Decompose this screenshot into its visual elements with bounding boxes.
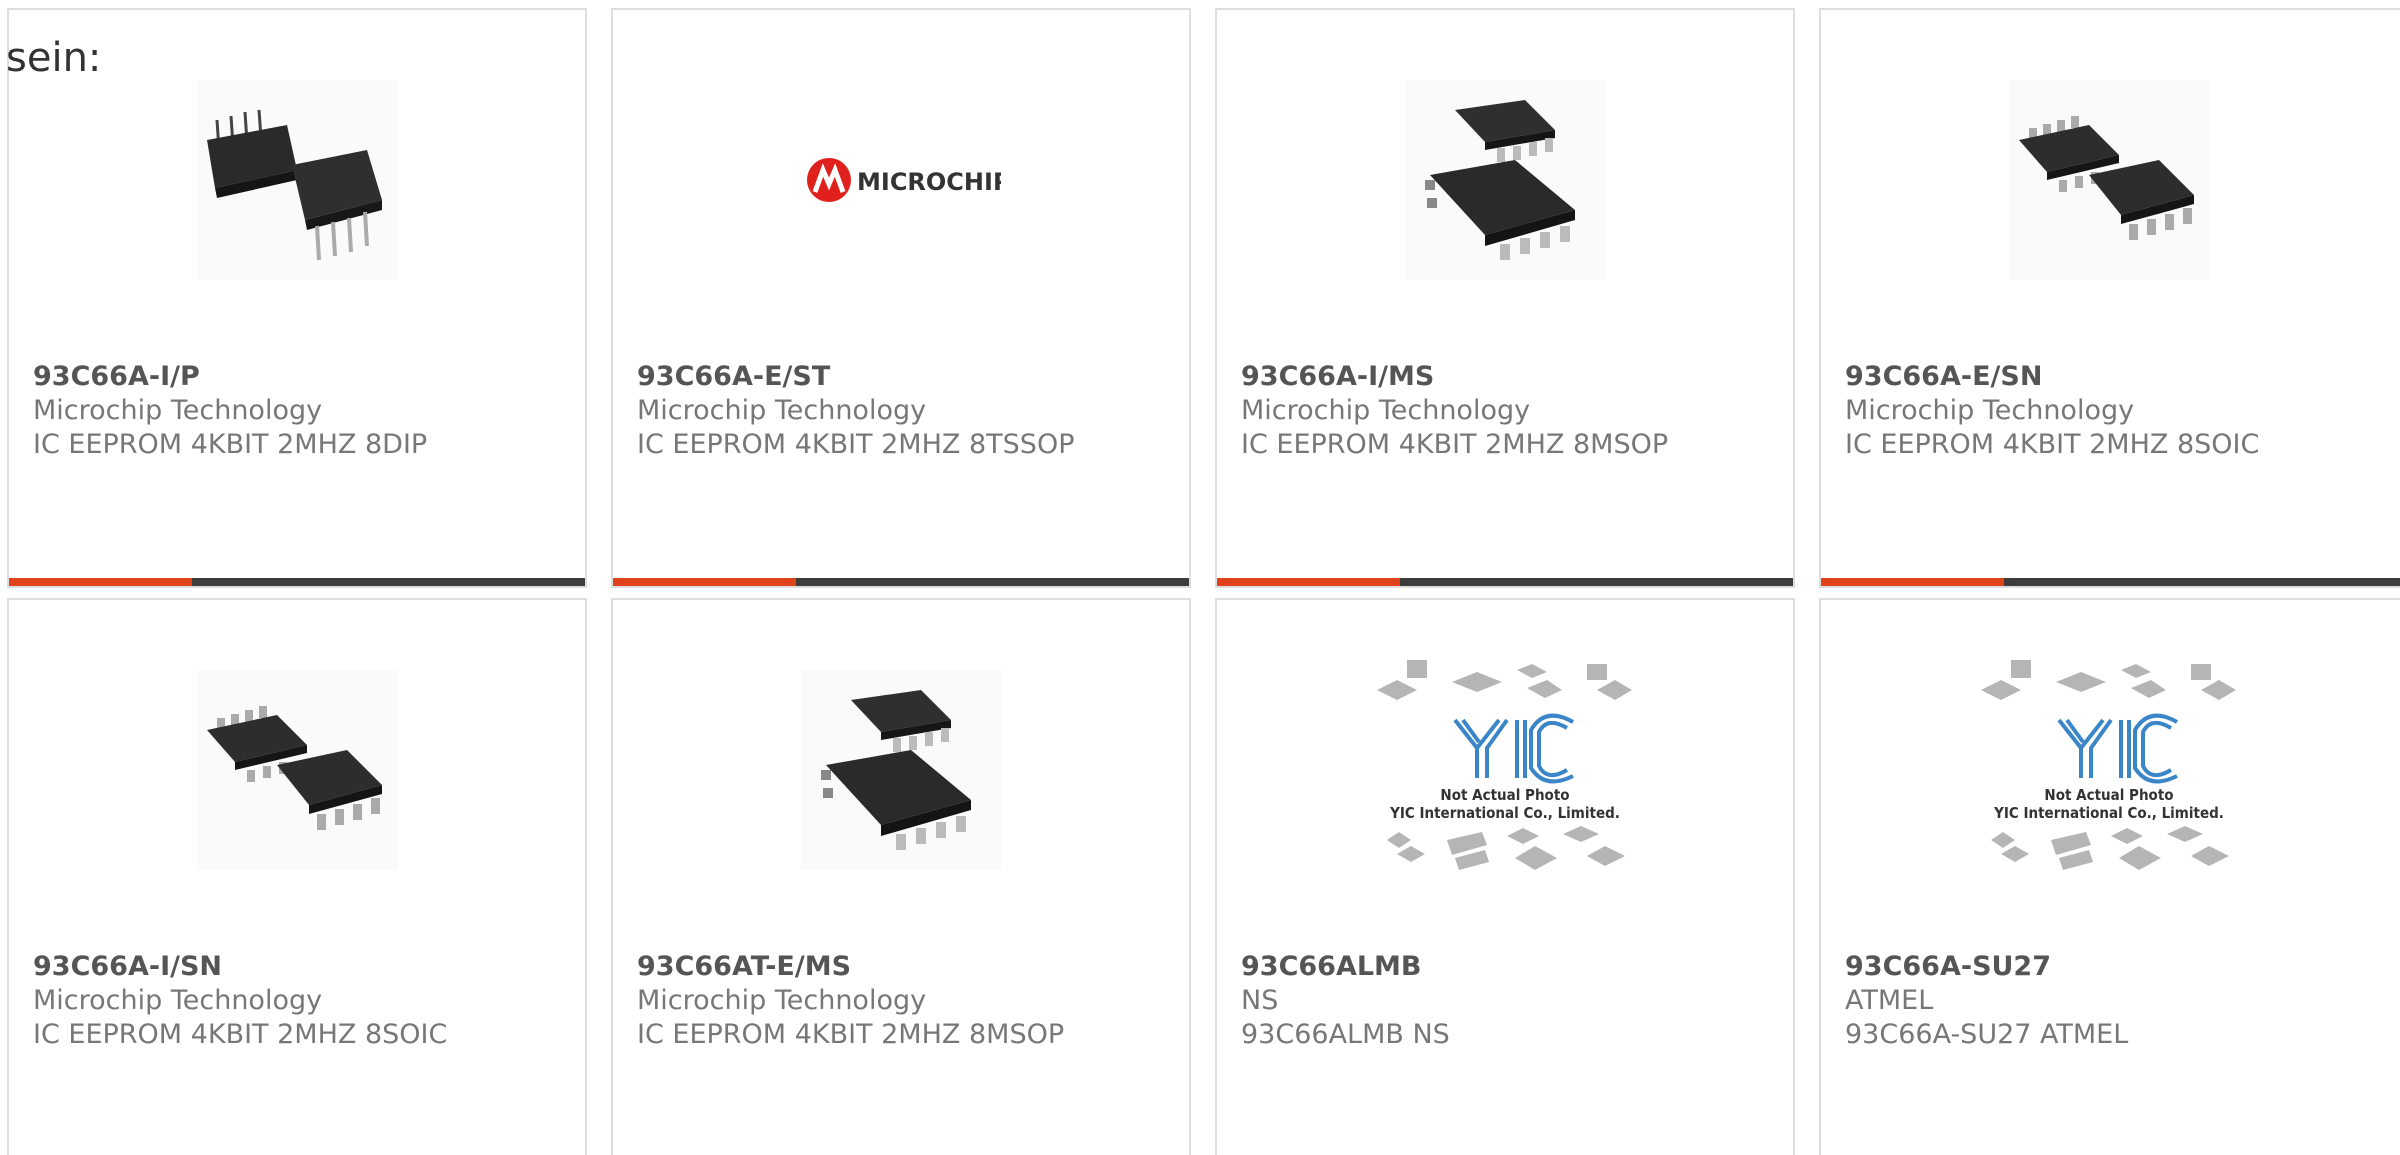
placeholder-image[interactable]: Not Actual Photo YIC International Co., … bbox=[1367, 660, 1643, 870]
product-card[interactable]: MICROCHIP 93C66A-E/ST Microchip Technolo… bbox=[611, 8, 1191, 588]
msop8-chip-icon bbox=[1405, 80, 1605, 280]
manufacturer-label: Microchip Technology bbox=[637, 395, 927, 426]
description-label: IC EEPROM 4KBIT 2MHZ 8SOIC bbox=[33, 1019, 448, 1050]
card-bottom-bar bbox=[1821, 578, 2400, 586]
product-card[interactable]: Not Actual Photo YIC International Co., … bbox=[1215, 598, 1795, 1155]
card-bottom-bar bbox=[1217, 578, 1793, 586]
product-card[interactable]: 93C66A-E/SN Microchip Technology IC EEPR… bbox=[1819, 8, 2400, 588]
manufacturer-label: NS bbox=[1241, 985, 1279, 1016]
placeholder-photo-icon: Not Actual Photo YIC International Co., … bbox=[1377, 660, 1632, 870]
part-number-link[interactable]: 93C66A-SU27 bbox=[1845, 950, 2128, 984]
part-number-link[interactable]: 93C66A-E/ST bbox=[637, 360, 1074, 394]
card-accent-bar bbox=[613, 578, 796, 586]
placeholder-image[interactable]: Not Actual Photo YIC International Co., … bbox=[1971, 660, 2247, 870]
msop8-chip-icon bbox=[801, 670, 1001, 870]
product-card[interactable]: 93C66A-I/P Microchip Technology IC EEPRO… bbox=[7, 8, 587, 588]
description-label: IC EEPROM 4KBIT 2MHZ 8SOIC bbox=[1845, 429, 2260, 460]
dip8-chip-image[interactable] bbox=[197, 80, 397, 280]
part-number-link[interactable]: 93C66ALMB bbox=[1241, 950, 1450, 984]
description-label: 93C66A-SU27 ATMEL bbox=[1845, 1019, 2129, 1050]
manufacturer-label: ATMEL bbox=[1845, 985, 1934, 1016]
card-accent-bar bbox=[9, 578, 192, 586]
part-number-link[interactable]: 93C66A-I/SN bbox=[33, 950, 447, 984]
microchip-logo-icon: MICROCHIP bbox=[807, 158, 1001, 202]
card-accent-bar bbox=[1821, 578, 2004, 586]
description-label: IC EEPROM 4KBIT 2MHZ 8MSOP bbox=[637, 1019, 1065, 1050]
placeholder-line-2: YIC International Co., Limited. bbox=[1389, 804, 1620, 822]
product-card[interactable]: 93C66AT-E/MS Microchip Technology IC EEP… bbox=[611, 598, 1191, 1155]
product-card[interactable]: 93C66A-I/SN Microchip Technology IC EEPR… bbox=[7, 598, 587, 1155]
manufacturer-label: Microchip Technology bbox=[33, 395, 323, 426]
soic8-chip-image[interactable] bbox=[2009, 80, 2209, 280]
manufacturer-label: Microchip Technology bbox=[1845, 395, 2135, 426]
description-label: IC EEPROM 4KBIT 2MHZ 8TSSOP bbox=[637, 429, 1075, 460]
product-card[interactable]: Not Actual Photo YIC International Co., … bbox=[1819, 598, 2400, 1155]
card-accent-bar bbox=[1217, 578, 1400, 586]
description-label: IC EEPROM 4KBIT 2MHZ 8DIP bbox=[33, 429, 428, 460]
card-bottom-bar bbox=[9, 578, 585, 586]
soic8-chip-image[interactable] bbox=[197, 670, 397, 870]
description-label: IC EEPROM 4KBIT 2MHZ 8MSOP bbox=[1241, 429, 1669, 460]
msop8-chip-image[interactable] bbox=[801, 670, 1001, 870]
microchip-logo-text: MICROCHIP bbox=[857, 168, 1001, 196]
msop8-chip-image[interactable] bbox=[1405, 80, 1605, 280]
microchip-logo-image[interactable]: MICROCHIP bbox=[801, 80, 1001, 280]
soic8-chip-icon bbox=[197, 670, 397, 870]
product-card[interactable]: 93C66A-I/MS Microchip Technology IC EEPR… bbox=[1215, 8, 1795, 588]
part-number-link[interactable]: 93C66AT-E/MS bbox=[637, 950, 1064, 984]
manufacturer-label: Microchip Technology bbox=[637, 985, 927, 1016]
card-bottom-bar bbox=[613, 578, 1189, 586]
manufacturer-label: Microchip Technology bbox=[33, 985, 323, 1016]
part-number-link[interactable]: 93C66A-I/MS bbox=[1241, 360, 1668, 394]
description-label: 93C66ALMB NS bbox=[1241, 1019, 1450, 1050]
placeholder-line-1: Not Actual Photo bbox=[1440, 786, 1569, 804]
part-number-link[interactable]: 93C66A-E/SN bbox=[1845, 360, 2259, 394]
placeholder-line-1: Not Actual Photo bbox=[2044, 786, 2173, 804]
placeholder-line-2: YIC International Co., Limited. bbox=[1993, 804, 2224, 822]
placeholder-photo-icon: Not Actual Photo YIC International Co., … bbox=[1981, 660, 2236, 870]
manufacturer-label: Microchip Technology bbox=[1241, 395, 1531, 426]
part-number-link[interactable]: 93C66A-I/P bbox=[33, 360, 427, 394]
dip8-chip-icon bbox=[197, 80, 397, 280]
soic8-chip-icon bbox=[2009, 80, 2209, 280]
section-heading: sein: bbox=[6, 35, 102, 81]
